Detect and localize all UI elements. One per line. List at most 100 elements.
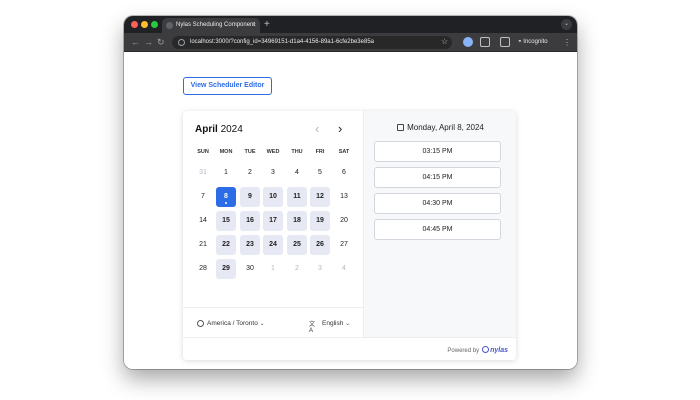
weekday-header: SAT xyxy=(338,149,350,155)
calendar-day: 27 xyxy=(334,235,354,255)
calendar-day[interactable]: 24 xyxy=(263,235,283,255)
year-label: 2024 xyxy=(220,124,243,135)
calendar-day[interactable]: 9 xyxy=(240,187,260,207)
day-number: 2 xyxy=(248,169,252,176)
next-month-chevron-icon[interactable]: › xyxy=(338,121,342,136)
month-year-title: April 2024 xyxy=(195,124,243,135)
calendar-day[interactable]: 26 xyxy=(310,235,330,255)
page-content: View Scheduler Editor April 2024 ‹ › Ame… xyxy=(124,52,577,369)
calendar-footer: America / Toronto ⌄ 文A English ⌄ xyxy=(183,307,363,337)
calendar-day[interactable]: 12 xyxy=(310,187,330,207)
timeslot-button[interactable]: 03:15 PM xyxy=(374,141,501,162)
nylas-brand: nylas xyxy=(490,347,508,354)
calendar-day[interactable]: 18 xyxy=(287,211,307,231)
day-number: 15 xyxy=(222,217,230,224)
day-number: 24 xyxy=(269,241,277,248)
day-number: 4 xyxy=(295,169,299,176)
day-number: 27 xyxy=(340,241,348,248)
powered-by: Powered by nylas xyxy=(447,346,508,354)
browser-tab[interactable]: Nylas Scheduling Component × xyxy=(162,18,260,33)
profile-extension-icon[interactable] xyxy=(463,37,473,47)
day-number: 22 xyxy=(222,241,230,248)
browser-menu-icon[interactable]: ⋮ xyxy=(563,36,571,49)
tab-bar: Nylas Scheduling Component × + ⌄ xyxy=(124,16,577,33)
minimize-window-button[interactable] xyxy=(141,21,148,28)
month-label: April xyxy=(195,124,218,135)
previous-month-chevron-icon[interactable]: ‹ xyxy=(315,121,319,136)
tab-search-chevron-icon[interactable]: ⌄ xyxy=(561,19,572,30)
day-number: 1 xyxy=(271,265,275,272)
calendar-day-selected[interactable]: 8 xyxy=(216,187,236,207)
globe-icon xyxy=(197,320,204,327)
close-window-button[interactable] xyxy=(131,21,138,28)
scheduler-widget: April 2024 ‹ › America / Toronto ⌄ 文A En… xyxy=(183,111,516,360)
calendar-day: 2 xyxy=(240,163,260,183)
today-indicator-dot xyxy=(225,202,227,204)
nylas-logo-icon xyxy=(482,346,490,353)
day-number: 8 xyxy=(224,193,228,200)
calendar-day: 21 xyxy=(193,235,213,255)
site-info-icon[interactable] xyxy=(178,39,185,46)
calendar-day[interactable]: 15 xyxy=(216,211,236,231)
calendar-day[interactable]: 11 xyxy=(287,187,307,207)
browser-toolbar: ← → ↻ localhost:3000/?config_id=34969151… xyxy=(124,33,577,52)
maximize-window-button[interactable] xyxy=(151,21,158,28)
day-number: 17 xyxy=(269,217,277,224)
incognito-indicator[interactable]: ◓ Incognito xyxy=(518,36,548,49)
calendar-icon xyxy=(397,124,405,131)
calendar-day[interactable]: 22 xyxy=(216,235,236,255)
back-arrow-icon[interactable]: ← xyxy=(131,36,140,49)
address-bar[interactable]: localhost:3000/?config_id=34969151-d1a4-… xyxy=(172,36,452,49)
day-number: 7 xyxy=(201,193,205,200)
bookmark-star-icon[interactable]: ☆ xyxy=(441,37,448,47)
day-number: 9 xyxy=(248,193,252,200)
calendar-day: 7 xyxy=(193,187,213,207)
weekday-header: SUN xyxy=(197,149,209,155)
weekday-header: WED xyxy=(266,149,280,155)
language-icon: 文A xyxy=(309,322,316,334)
day-number: 6 xyxy=(342,169,346,176)
timeslot-button[interactable]: 04:15 PM xyxy=(374,167,501,188)
weekday-header: MON xyxy=(219,149,233,155)
day-number: 26 xyxy=(316,241,324,248)
weekday-header: THU xyxy=(291,149,303,155)
incognito-label: Incognito xyxy=(523,39,548,45)
powered-by-label: Powered by xyxy=(447,348,480,354)
calendar-panel: April 2024 ‹ › America / Toronto ⌄ 文A En… xyxy=(183,111,363,337)
selected-date-header: Monday, April 8, 2024 xyxy=(364,123,516,132)
day-number: 10 xyxy=(269,193,277,200)
day-number: 13 xyxy=(340,193,348,200)
language-label: English xyxy=(322,320,344,327)
calendar-day: 3 xyxy=(263,163,283,183)
new-tab-button[interactable]: + xyxy=(264,17,270,32)
calendar-day: 5 xyxy=(310,163,330,183)
calendar-day[interactable]: 19 xyxy=(310,211,330,231)
day-number: 25 xyxy=(293,241,301,248)
calendar-day[interactable]: 23 xyxy=(240,235,260,255)
forward-arrow-icon[interactable]: → xyxy=(144,36,153,49)
day-number: 4 xyxy=(342,265,346,272)
day-number: 11 xyxy=(293,193,301,200)
calendar-day[interactable]: 17 xyxy=(263,211,283,231)
day-number: 23 xyxy=(246,241,254,248)
timeslot-button[interactable]: 04:45 PM xyxy=(374,219,501,240)
calendar-day[interactable]: 10 xyxy=(263,187,283,207)
url-text: localhost:3000/?config_id=34969151-d1a4-… xyxy=(190,39,374,45)
calendar-day[interactable]: 25 xyxy=(287,235,307,255)
calendar-day[interactable]: 29 xyxy=(216,259,236,279)
side-panel-icon[interactable] xyxy=(500,37,510,47)
timeslot-button[interactable]: 04:30 PM xyxy=(374,193,501,214)
calendar-day: 20 xyxy=(334,211,354,231)
tab-close-icon[interactable]: × xyxy=(252,18,256,33)
day-number: 12 xyxy=(316,193,324,200)
browser-window: Nylas Scheduling Component × + ⌄ ← → ↻ l… xyxy=(124,16,577,369)
scheduler-footer: Powered by nylas xyxy=(183,337,516,360)
day-number: 29 xyxy=(222,265,230,272)
day-number: 16 xyxy=(246,217,254,224)
day-number: 20 xyxy=(340,217,348,224)
view-scheduler-editor-button[interactable]: View Scheduler Editor xyxy=(183,77,272,95)
day-number: 3 xyxy=(318,265,322,272)
calendar-day[interactable]: 16 xyxy=(240,211,260,231)
extensions-puzzle-icon[interactable] xyxy=(480,37,490,47)
reload-icon[interactable]: ↻ xyxy=(157,36,165,49)
